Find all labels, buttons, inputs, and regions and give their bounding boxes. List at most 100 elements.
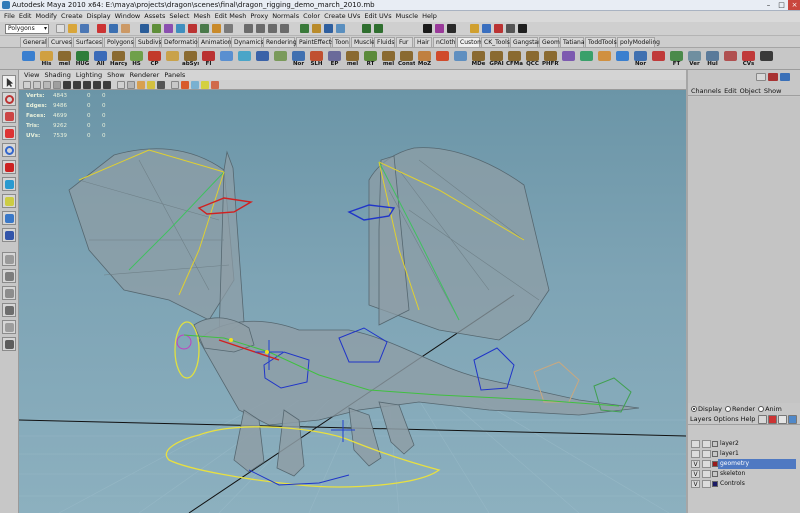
menu-create[interactable]: Create <box>61 11 83 22</box>
open-scene-icon[interactable] <box>68 24 77 33</box>
four-view-layout-icon[interactable] <box>2 269 16 283</box>
shelf-tab-tatiana[interactable]: Tatiana <box>560 37 585 47</box>
layer-color-swatch[interactable] <box>712 471 718 477</box>
show-attribute-editor-icon[interactable] <box>423 24 432 33</box>
shelf-tab-ncloth[interactable]: nCloth <box>433 37 456 47</box>
menu-modify[interactable]: Modify <box>35 11 57 22</box>
render-settings-icon[interactable] <box>336 24 345 33</box>
shelf-button[interactable]: FI <box>200 50 217 68</box>
move-tool-icon[interactable] <box>2 126 16 140</box>
pick-misc-icon[interactable] <box>224 24 233 33</box>
snap-plane-icon[interactable] <box>280 24 289 33</box>
layer-mode-anim[interactable]: Anim <box>755 405 782 413</box>
single-perspective-layout-icon[interactable] <box>2 252 16 266</box>
panel-menu-panels[interactable]: Panels <box>164 70 185 80</box>
shelf-button[interactable]: HUG <box>74 50 91 68</box>
shelf-tab-custom[interactable]: Custom <box>457 37 483 47</box>
layer-display-type-toggle[interactable] <box>702 470 711 478</box>
paint-weights-icon[interactable] <box>506 24 515 33</box>
shelf-button[interactable]: HS <box>128 50 145 68</box>
show-tool-settings-icon[interactable] <box>435 24 444 33</box>
shelf-button[interactable] <box>272 50 289 68</box>
shelf-button[interactable] <box>722 50 739 68</box>
layer-row[interactable]: V Controls <box>688 479 800 489</box>
channel-box-area[interactable] <box>688 97 800 403</box>
shelf-button[interactable]: Nor <box>290 50 307 68</box>
channel-box-menu-object[interactable]: Object <box>740 87 761 95</box>
menu-normals[interactable]: Normals <box>272 11 299 22</box>
persp-outliner-layout-icon[interactable] <box>2 286 16 300</box>
menu-set-select[interactable]: Polygons <box>5 24 49 34</box>
shelf-tab-ck-tools[interactable]: CK_Tools <box>481 37 510 47</box>
pick-joints-icon[interactable] <box>152 24 161 33</box>
menu-muscle[interactable]: Muscle <box>396 11 419 22</box>
textured-icon[interactable] <box>137 81 145 89</box>
channel-box-menu-show[interactable]: Show <box>764 87 782 95</box>
select-camera-icon[interactable] <box>23 81 31 89</box>
shelf-tab-toddtools[interactable]: ToddTools <box>585 37 617 47</box>
shelf-button[interactable]: EP <box>326 50 343 68</box>
shelf-button[interactable]: Hul <box>704 50 721 68</box>
perspective-viewport[interactable]: Verts: 4843 0 0 Edges: 9486 0 0 Faces: 4699 0 0 Tris… <box>19 90 686 513</box>
menu-mesh[interactable]: Mesh <box>193 11 210 22</box>
save-scene-icon[interactable] <box>80 24 89 33</box>
shelf-button[interactable] <box>758 50 775 68</box>
show-channel-box-icon[interactable] <box>447 24 456 33</box>
panel-menu-view[interactable]: View <box>24 70 39 80</box>
shelf-tab-toon[interactable]: Toon <box>332 37 350 47</box>
menu-edit-mesh[interactable]: Edit Mesh <box>215 11 247 22</box>
panel-menu-show[interactable]: Show <box>107 70 125 80</box>
shelf-tab-subdivs[interactable]: Subdivs <box>135 37 162 47</box>
layer-menu-help[interactable]: Help <box>741 415 756 423</box>
shelf-button[interactable]: CFMa <box>506 50 523 68</box>
persp-render-layout-icon[interactable] <box>2 337 16 351</box>
select-object-icon[interactable] <box>109 24 118 33</box>
layer-row[interactable]: Vskeleton <box>688 469 800 479</box>
pick-mask-icon[interactable] <box>140 24 149 33</box>
menu-proxy[interactable]: Proxy <box>250 11 268 22</box>
layer-row[interactable]: layer2 <box>688 439 800 449</box>
shelf-tab-rendering[interactable]: Rendering <box>263 37 297 47</box>
shelf-button[interactable]: Nor <box>632 50 649 68</box>
pick-dynamics-icon[interactable] <box>200 24 209 33</box>
xray-icon[interactable] <box>181 81 189 89</box>
construction-history-icon[interactable] <box>300 24 309 33</box>
pick-rendering-icon[interactable] <box>212 24 221 33</box>
layer-display-type-toggle[interactable] <box>702 460 711 468</box>
render-frame-icon[interactable] <box>312 24 321 33</box>
shelf-button[interactable]: RT <box>362 50 379 68</box>
move-layer-up-icon[interactable] <box>758 415 767 424</box>
layer-mode-render[interactable]: Render <box>722 405 755 413</box>
shelf-button[interactable] <box>596 50 613 68</box>
bookmarks-icon[interactable] <box>43 81 51 89</box>
shelf-tab-dynamics[interactable]: Dynamics <box>231 37 264 47</box>
shelf-tab-polygons[interactable]: Polygons <box>104 37 134 47</box>
shelf-button[interactable]: Const <box>398 50 415 68</box>
menu-color[interactable]: Color <box>303 11 320 22</box>
input-icon[interactable] <box>362 24 371 33</box>
high-quality-icon[interactable] <box>211 81 219 89</box>
ramp-icon[interactable] <box>518 24 527 33</box>
layer-color-swatch[interactable] <box>712 441 718 447</box>
lasso-tool-icon[interactable] <box>2 92 16 106</box>
layer-mode-display[interactable]: Display <box>688 405 722 413</box>
menu-assets[interactable]: Assets <box>144 11 165 22</box>
shelf-tab-fur[interactable]: Fur <box>396 37 413 47</box>
layer-visibility-toggle[interactable] <box>691 440 700 448</box>
pick-surfaces-icon[interactable] <box>176 24 185 33</box>
shelf-button[interactable] <box>614 50 631 68</box>
gate-mask-icon[interactable] <box>93 81 101 89</box>
shelf-tab-fluids[interactable]: Fluids <box>374 37 395 47</box>
layer-display-type-toggle[interactable] <box>702 440 711 448</box>
panel-menu-lighting[interactable]: Lighting <box>76 70 102 80</box>
layer-visibility-toggle[interactable]: V <box>691 470 700 478</box>
scene-canvas[interactable] <box>19 90 686 513</box>
radio-button-icon[interactable] <box>691 405 697 412</box>
isolate-select-icon[interactable] <box>171 81 179 89</box>
xray-joints-icon[interactable] <box>191 81 199 89</box>
shelf-button[interactable]: CP <box>146 50 163 68</box>
shelf-tab-polymodeling[interactable]: polyModeling <box>617 37 660 47</box>
shelf-tab-muscle[interactable]: Muscle <box>351 37 375 47</box>
paint-select-icon[interactable] <box>2 109 16 123</box>
persp-graph-layout-icon[interactable] <box>2 303 16 317</box>
